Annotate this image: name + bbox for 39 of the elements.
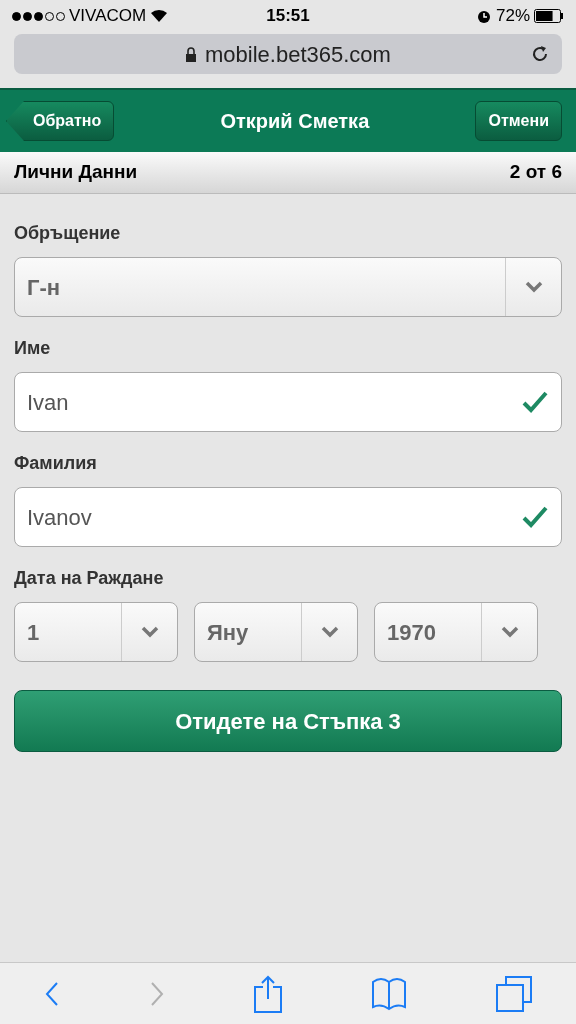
dropdown-value: 1 [26,618,41,647]
text-field[interactable]: Ivan [14,372,562,432]
field-label: Дата на Раждане [14,567,165,590]
url-text: mobile.bet365.com [205,40,391,69]
text-field[interactable]: Ivanov [14,487,562,547]
cancel-button[interactable]: Отмени [475,101,562,141]
chevron-down-icon [500,626,519,638]
dropdown-value: 1970 [386,618,437,647]
tabs-icon[interactable] [495,975,532,1012]
chevron-down-icon [524,281,543,293]
next-step-button[interactable]: Отидете на Стъпка 3 [14,690,562,752]
field-value: Ivan [27,388,70,417]
field-value: Ivanov [27,503,93,532]
page-title: Открий Сметка [219,109,371,134]
wifi-icon [150,9,169,23]
battery-percent: 72% [496,5,530,28]
dropdown-field[interactable]: 1 [14,602,178,662]
dropdown-field[interactable]: 1970 [374,602,538,662]
carrier-name: VIVACOM [69,5,147,28]
reload-icon[interactable] [530,44,550,64]
chevron-down-icon [320,626,339,638]
alarm-icon [476,8,492,24]
dropdown-value: Г-н [26,273,62,302]
address-bar[interactable]: mobile.bet365.com [14,34,562,74]
section-title: Лични Данни [14,160,138,185]
battery-icon [534,9,564,23]
field-label: Обръщение [14,222,122,245]
dropdown-field[interactable]: Яну [194,602,358,662]
share-icon[interactable] [254,974,282,1013]
clock-time: 15:51 [266,5,310,28]
field-label: Име [14,337,52,360]
lock-icon [185,46,198,62]
chevron-down-icon [140,626,159,638]
step-counter: 2 от 6 [509,160,562,185]
field-label: Фамилия [14,452,98,475]
bookmarks-icon[interactable] [370,976,407,1011]
back-button[interactable]: Обратно [6,101,115,141]
dropdown-value: Яну [206,618,250,647]
dropdown-field[interactable]: Г-н [14,257,562,317]
